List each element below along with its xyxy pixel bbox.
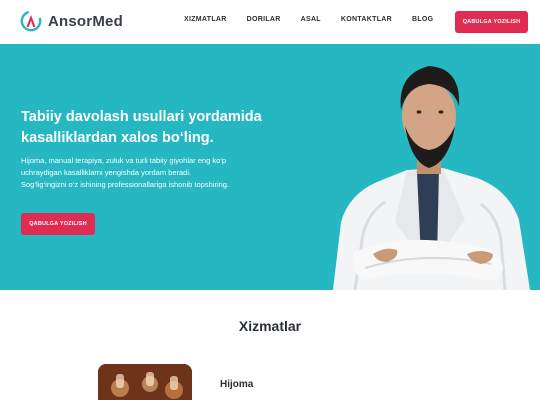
service-name-hijoma[interactable]: Hijoma: [220, 379, 253, 390]
brand-name: AnsorMed: [48, 12, 123, 30]
service-image-hijoma[interactable]: [98, 364, 192, 400]
hero-appointment-button[interactable]: QABULGA YOZILISH: [21, 213, 95, 235]
site-header: AnsorMed XIZMATLAR DORILAR ASAL KONTAKTL…: [0, 0, 540, 44]
doctor-photo: [333, 66, 530, 290]
main-nav: XIZMATLAR DORILAR ASAL KONTAKTLAR BLOG: [184, 16, 453, 23]
hero-description: Hijoma, manual terapiya, zuluk va turli …: [21, 156, 230, 189]
services-section-title: Xizmatlar: [238, 318, 302, 334]
nav-item-xizmatlar[interactable]: XIZMATLAR: [184, 16, 227, 23]
nav-item-blog[interactable]: BLOG: [412, 16, 433, 23]
nav-item-asal[interactable]: ASAL: [301, 16, 321, 23]
brand-logo[interactable]: AnsorMed: [20, 10, 123, 32]
header-appointment-button[interactable]: QABULGA YOZILISH: [455, 11, 528, 33]
hero-banner: Tabiiy davolash usullari yordamida kasal…: [0, 44, 540, 290]
letter-a-logo-icon: [20, 10, 42, 32]
nav-item-kontaktlar[interactable]: KONTAKTLAR: [341, 16, 392, 23]
hero-title: Tabiiy davolash usullari yordamida kasal…: [21, 109, 262, 146]
nav-item-dorilar[interactable]: DORILAR: [247, 16, 281, 23]
